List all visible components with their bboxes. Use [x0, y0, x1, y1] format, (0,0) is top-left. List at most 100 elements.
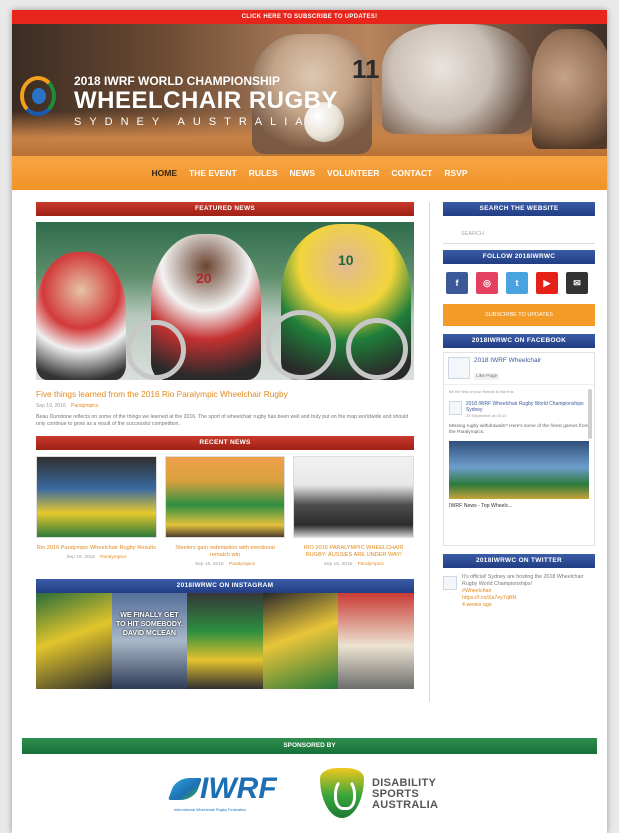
iwrf-logo-text: IWRF — [200, 772, 277, 805]
main-nav: HOME THE EVENT RULES NEWS VOLUNTEER CONT… — [12, 156, 607, 190]
tweet: It's official! Sydney are hosting the 20… — [462, 574, 595, 609]
wheelchair-wheel — [126, 320, 186, 380]
tweet-text: It's official! Sydney are hosting the 20… — [462, 574, 584, 587]
recent-news-meta: Sep 15, 2016 Paralympics — [165, 562, 286, 567]
featured-news-heading: FEATURED NEWS — [36, 202, 414, 216]
featured-article-category[interactable]: Paralympics — [71, 403, 98, 409]
featured-article-excerpt: Beau Dunstone reflects on some of the th… — [36, 414, 409, 427]
subscribe-banner[interactable]: CLICK HERE TO SUBSCRIBE TO UPDATES! — [12, 10, 607, 24]
subscribe-button[interactable]: SUBSCRIBE TO UPDATES — [443, 304, 595, 326]
instagram-post[interactable] — [338, 593, 414, 689]
recent-news-title[interactable]: Rio 2016 Paralympic Wheelchair Rugby Res… — [36, 545, 157, 552]
instagram-post[interactable]: WE FINALLY GET TO HIT SOMEBODY. DAVID MC… — [111, 593, 188, 689]
instagram-post-caption: WE FINALLY GET TO HIT SOMEBODY. DAVID MC… — [116, 612, 183, 637]
das-shield-icon — [320, 768, 364, 818]
facebook-post-text: Missing rugby withdrawals? Here's some o… — [449, 424, 589, 435]
facebook-page-header: 2018 IWRF Wheelchair Like Page — [444, 353, 594, 385]
iwrf-logo-subtitle: International Wheelchair Rugby Federatio… — [174, 808, 247, 812]
column-divider — [429, 202, 430, 702]
facebook-like-note: Be the first of your friends to like thi… — [449, 389, 514, 394]
instagram-post[interactable] — [36, 593, 112, 689]
search-input[interactable]: SEARCH — [443, 222, 595, 244]
featured-player-image — [36, 252, 126, 380]
featured-jersey-number: 20 — [196, 270, 212, 286]
nav-news[interactable]: NEWS — [290, 168, 316, 178]
tweet-date[interactable]: 4 weeks ago — [462, 602, 595, 609]
das-line3: AUSTRALIA — [372, 799, 439, 811]
featured-jersey-number: 10 — [338, 252, 354, 268]
facebook-like-button[interactable]: Like Page — [474, 373, 500, 380]
recent-news-title[interactable]: Steelers gain redemption with emotional … — [165, 545, 286, 559]
recent-news-item[interactable]: Steelers gain redemption with emotional … — [164, 456, 286, 567]
main-content: FEATURED NEWS 20 10 Five things learned … — [12, 190, 607, 752]
championship-logo[interactable] — [20, 76, 56, 116]
recent-news-category[interactable]: Paralympics — [229, 562, 255, 567]
iwrf-swoosh-icon — [167, 778, 203, 800]
recent-news-category[interactable]: Paralympics — [100, 555, 126, 560]
featured-image[interactable]: 20 10 — [36, 222, 414, 380]
facebook-scrollbar[interactable] — [588, 389, 592, 439]
site-title-line1: 2018 IWRF WORLD CHAMPIONSHIP — [74, 74, 281, 88]
nav-contact[interactable]: CONTACT — [391, 168, 432, 178]
recent-news-meta: Sep 19, 2016 Paralympics — [36, 555, 157, 560]
facebook-icon[interactable]: f — [446, 272, 468, 294]
search-heading: SEARCH THE WEBSITE — [443, 202, 595, 216]
instagram-heading: 2018IWRWC ON INSTAGRAM — [36, 579, 414, 593]
recent-news-list: Rio 2016 Paralympic Wheelchair Rugby Res… — [36, 456, 415, 567]
site-title[interactable]: 2018 IWRF WORLD CHAMPIONSHIP WHEELCHAIR … — [74, 74, 338, 128]
hero-banner: 11 2018 IWRF WORLD CHAMPIONSHIP WHEELCHA… — [12, 24, 607, 156]
featured-article-meta: Sep 19, 2016 Paralympics — [36, 403, 414, 409]
recent-news-heading: RECENT NEWS — [36, 436, 414, 450]
nav-rsvp[interactable]: RSVP — [444, 168, 467, 178]
content-column: FEATURED NEWS 20 10 Five things learned … — [36, 202, 415, 689]
twitter-avatar[interactable] — [443, 576, 457, 590]
instagram-post[interactable] — [262, 593, 339, 689]
facebook-page-name[interactable]: 2018 IWRF Wheelchair — [474, 357, 541, 364]
nav-rules[interactable]: RULES — [249, 168, 278, 178]
facebook-video-thumbnail[interactable] — [449, 441, 589, 499]
facebook-page-logo[interactable] — [448, 357, 470, 379]
site-title-line2: WHEELCHAIR RUGBY — [74, 87, 338, 114]
das-logo-text: DISABILITY SPORTS AUSTRALIA — [372, 778, 438, 811]
featured-article-date: Sep 19, 2016 — [36, 403, 66, 409]
facebook-post-header: 2018 IWRF Wheelchair Rugby World Champio… — [444, 398, 594, 421]
recent-news-date: Sep 19, 2016 — [66, 555, 95, 560]
social-links: f ◎ t ▶ ✉ — [443, 272, 595, 294]
nav-home[interactable]: HOME — [151, 168, 177, 178]
recent-news-title[interactable]: RIO 2016 PARALYMPIC WHEELCHAIR RUGBY: AU… — [293, 545, 414, 559]
facebook-post-avatar[interactable] — [449, 401, 462, 415]
wheelchair-wheel — [266, 310, 336, 380]
tweet-link[interactable]: https://t.co/Xa7ey7qBN — [462, 595, 595, 602]
nav-the-event[interactable]: THE EVENT — [189, 168, 237, 178]
featured-article-title[interactable]: Five things learned from the 2016 Rio Pa… — [36, 389, 414, 399]
recent-news-date: Sep 15, 2016 — [323, 562, 353, 567]
recent-news-thumbnail[interactable] — [293, 456, 415, 538]
twitter-icon[interactable]: t — [506, 272, 528, 294]
facebook-heading: 2018IWRWC ON FACEBOOK — [443, 334, 595, 348]
twitter-heading: 2018IWRWC ON TWITTER — [443, 554, 595, 568]
facebook-post-author[interactable]: 2018 IWRF Wheelchair Rugby World Champio… — [466, 401, 589, 413]
recent-news-date: Sep 15, 2016 — [195, 562, 224, 567]
recent-news-meta: Sep 15, 2016 Paralympics — [293, 562, 414, 567]
recent-news-item[interactable]: RIO 2016 PARALYMPIC WHEELCHAIR RUGBY: AU… — [293, 456, 415, 567]
tweet-hashtag[interactable]: #Wheelchair — [462, 588, 595, 595]
nav-volunteer[interactable]: VOLUNTEER — [327, 168, 379, 178]
facebook-video-title[interactable]: IWRF News - Top Wheelc... — [444, 501, 594, 511]
recent-news-item[interactable]: Rio 2016 Paralympic Wheelchair Rugby Res… — [36, 456, 157, 567]
instagram-icon[interactable]: ◎ — [476, 272, 498, 294]
instagram-post[interactable] — [187, 593, 263, 689]
sponsors-logos: IWRF International Wheelchair Rugby Fede… — [12, 762, 607, 832]
recent-news-thumbnail[interactable] — [36, 456, 157, 538]
page-frame: CLICK HERE TO SUBSCRIBE TO UPDATES! 11 2… — [12, 10, 607, 833]
sponsors-heading: SPONSORED BY — [22, 738, 597, 754]
follow-heading: FOLLOW 2018IWRWC — [443, 250, 595, 264]
hero-player-image — [382, 24, 532, 134]
recent-news-thumbnail[interactable] — [164, 456, 286, 538]
sidebar: SEARCH THE WEBSITE SEARCH FOLLOW 2018IWR… — [443, 202, 595, 609]
site-title-line3: SYDNEY AUSTRALIA — [74, 116, 311, 128]
youtube-icon[interactable]: ▶ — [536, 272, 558, 294]
email-icon[interactable]: ✉ — [566, 272, 588, 294]
facebook-post-date: 23 September at 16:10 — [465, 413, 507, 418]
hero-player-image — [532, 29, 607, 149]
recent-news-category[interactable]: Paralympics — [358, 562, 384, 567]
